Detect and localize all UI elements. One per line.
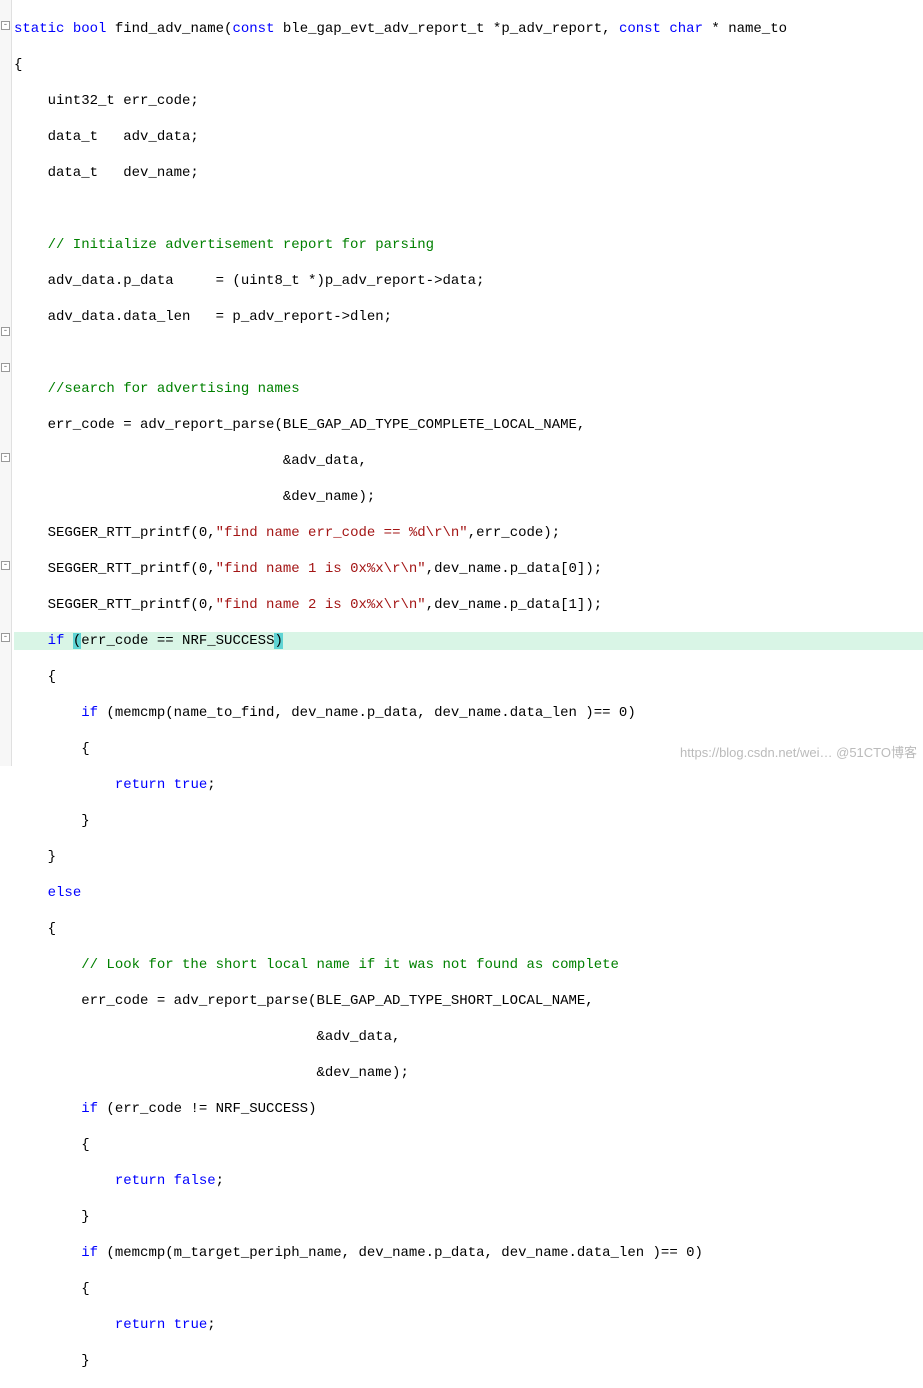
fold-marker-icon[interactable]: - <box>1 363 10 372</box>
code-line: } <box>14 812 923 830</box>
code-line: { <box>14 668 923 686</box>
code-line: } <box>14 848 923 866</box>
code-line <box>14 200 923 218</box>
fold-marker-icon[interactable]: - <box>1 561 10 570</box>
watermark-text: https://blog.csdn.net/wei… @51CTO博客 <box>680 744 917 762</box>
fold-marker-icon[interactable]: - <box>1 327 10 336</box>
code-line-highlighted: if (err_code == NRF_SUCCESS) <box>14 632 923 650</box>
code-line <box>14 344 923 362</box>
code-line: { <box>14 56 923 74</box>
code-line: SEGGER_RTT_printf(0,"find name 1 is 0x%x… <box>14 560 923 578</box>
code-line: //search for advertising names <box>14 380 923 398</box>
code-line: } <box>14 1352 923 1370</box>
fold-marker-icon[interactable]: - <box>1 21 10 30</box>
code-line: return true; <box>14 776 923 794</box>
matching-brace-open: ( <box>73 633 81 649</box>
code-line: &dev_name); <box>14 1064 923 1082</box>
code-line: if (err_code != NRF_SUCCESS) <box>14 1100 923 1118</box>
code-line: return true; <box>14 1316 923 1334</box>
code-line: { <box>14 1136 923 1154</box>
code-line: } <box>14 1208 923 1226</box>
code-line: data_t dev_name; <box>14 164 923 182</box>
code-line: &dev_name); <box>14 488 923 506</box>
code-line: SEGGER_RTT_printf(0,"find name 2 is 0x%x… <box>14 596 923 614</box>
matching-brace-close: ) <box>274 633 282 649</box>
code-line: adv_data.p_data = (uint8_t *)p_adv_repor… <box>14 272 923 290</box>
code-line: err_code = adv_report_parse(BLE_GAP_AD_T… <box>14 992 923 1010</box>
code-line: uint32_t err_code; <box>14 92 923 110</box>
code-line: SEGGER_RTT_printf(0,"find name err_code … <box>14 524 923 542</box>
code-editor[interactable]: static bool find_adv_name(const ble_gap_… <box>14 2 923 1388</box>
code-line: data_t adv_data; <box>14 128 923 146</box>
code-line: return false; <box>14 1172 923 1190</box>
code-line: { <box>14 920 923 938</box>
code-line: adv_data.data_len = p_adv_report->dlen; <box>14 308 923 326</box>
code-line: &adv_data, <box>14 1028 923 1046</box>
code-line: if (memcmp(name_to_find, dev_name.p_data… <box>14 704 923 722</box>
fold-marker-icon[interactable]: - <box>1 453 10 462</box>
code-line: err_code = adv_report_parse(BLE_GAP_AD_T… <box>14 416 923 434</box>
code-line: else <box>14 884 923 902</box>
code-line: &adv_data, <box>14 452 923 470</box>
code-line: // Initialize advertisement report for p… <box>14 236 923 254</box>
code-line: { <box>14 1280 923 1298</box>
code-line: static bool find_adv_name(const ble_gap_… <box>14 20 923 38</box>
code-line: if (memcmp(m_target_periph_name, dev_nam… <box>14 1244 923 1262</box>
fold-marker-icon[interactable]: - <box>1 633 10 642</box>
fold-gutter: - - - - - - <box>0 0 12 766</box>
code-line: // Look for the short local name if it w… <box>14 956 923 974</box>
